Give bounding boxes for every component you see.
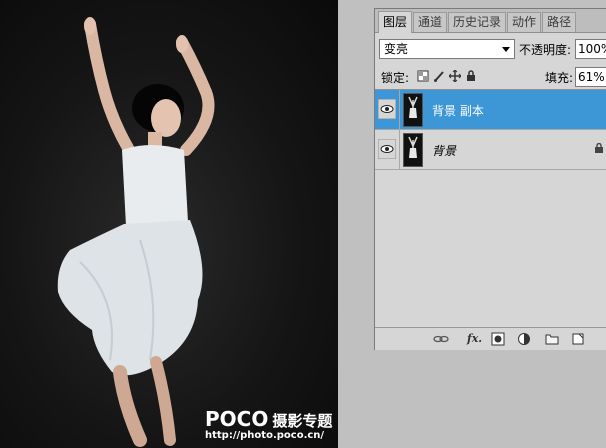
- lock-label: 锁定:: [381, 71, 410, 85]
- adjustment-icon[interactable]: [517, 332, 531, 346]
- layers-panel: 图层 通道 历史记录 动作 路径 变亮 不透明度: 100% 锁定:: [374, 8, 606, 350]
- watermark-brand: POCO: [205, 407, 269, 431]
- lock-image-pixels-icon[interactable]: [433, 70, 445, 82]
- dropdown-arrow-icon: [502, 47, 510, 52]
- layer-name: 背景: [432, 144, 457, 158]
- lock-fill-row: 锁定: 填充: 61%: [375, 67, 606, 87]
- opacity-label: 不透明度:: [519, 43, 572, 57]
- blend-opacity-row: 变亮 不透明度: 100%: [375, 39, 606, 61]
- tab-channels[interactable]: 通道: [413, 12, 448, 32]
- tab-layers[interactable]: 图层: [378, 11, 413, 33]
- layer-name: 背景 副本: [432, 104, 484, 118]
- layers-footer: fx.: [375, 327, 606, 350]
- tab-actions[interactable]: 动作: [507, 12, 542, 32]
- lock-transparent-pixels-icon[interactable]: [417, 70, 429, 82]
- layer-divider: [399, 130, 400, 170]
- new-layer-icon[interactable]: [571, 332, 585, 346]
- watermark-url: http://photo.poco.cn/: [205, 430, 325, 441]
- opacity-input[interactable]: 100%: [575, 39, 606, 59]
- layer-thumbnail: [403, 133, 423, 167]
- watermark-brand-zh: 摄影专题: [272, 412, 333, 430]
- workspace-gap: [338, 0, 374, 448]
- panel-tabs: 图层 通道 历史记录 动作 路径: [375, 9, 606, 33]
- fx-icon[interactable]: fx.: [467, 332, 482, 346]
- layers-list: 背景 副本 背景: [375, 89, 606, 328]
- layer-row-background-copy[interactable]: 背景 副本: [375, 90, 606, 130]
- lock-options: [417, 69, 477, 83]
- canvas-photo: POCO 摄影专题 http://photo.poco.cn/: [0, 0, 338, 448]
- lock-all-icon[interactable]: [465, 70, 477, 82]
- layer-divider: [399, 90, 400, 130]
- mask-icon[interactable]: [491, 332, 505, 346]
- fill-label: 填充:: [545, 71, 574, 85]
- layer-row-background[interactable]: 背景: [375, 130, 606, 170]
- link-icon[interactable]: [433, 332, 449, 346]
- layer-thumbnail: [403, 93, 423, 127]
- tab-history[interactable]: 历史记录: [448, 12, 507, 32]
- fill-input[interactable]: 61%: [575, 67, 606, 87]
- watermark: POCO 摄影专题 http://photo.poco.cn/: [205, 407, 333, 442]
- tab-paths[interactable]: 路径: [542, 12, 577, 32]
- lock-position-icon[interactable]: [448, 69, 462, 83]
- folder-icon[interactable]: [545, 332, 559, 346]
- blend-mode-select[interactable]: 变亮: [379, 39, 515, 59]
- eye-icon[interactable]: [377, 98, 397, 120]
- blend-mode-value: 变亮: [384, 42, 409, 56]
- layer-lock-icon: [594, 142, 604, 157]
- eye-icon[interactable]: [377, 138, 397, 160]
- photo-illustration: [57, 17, 215, 447]
